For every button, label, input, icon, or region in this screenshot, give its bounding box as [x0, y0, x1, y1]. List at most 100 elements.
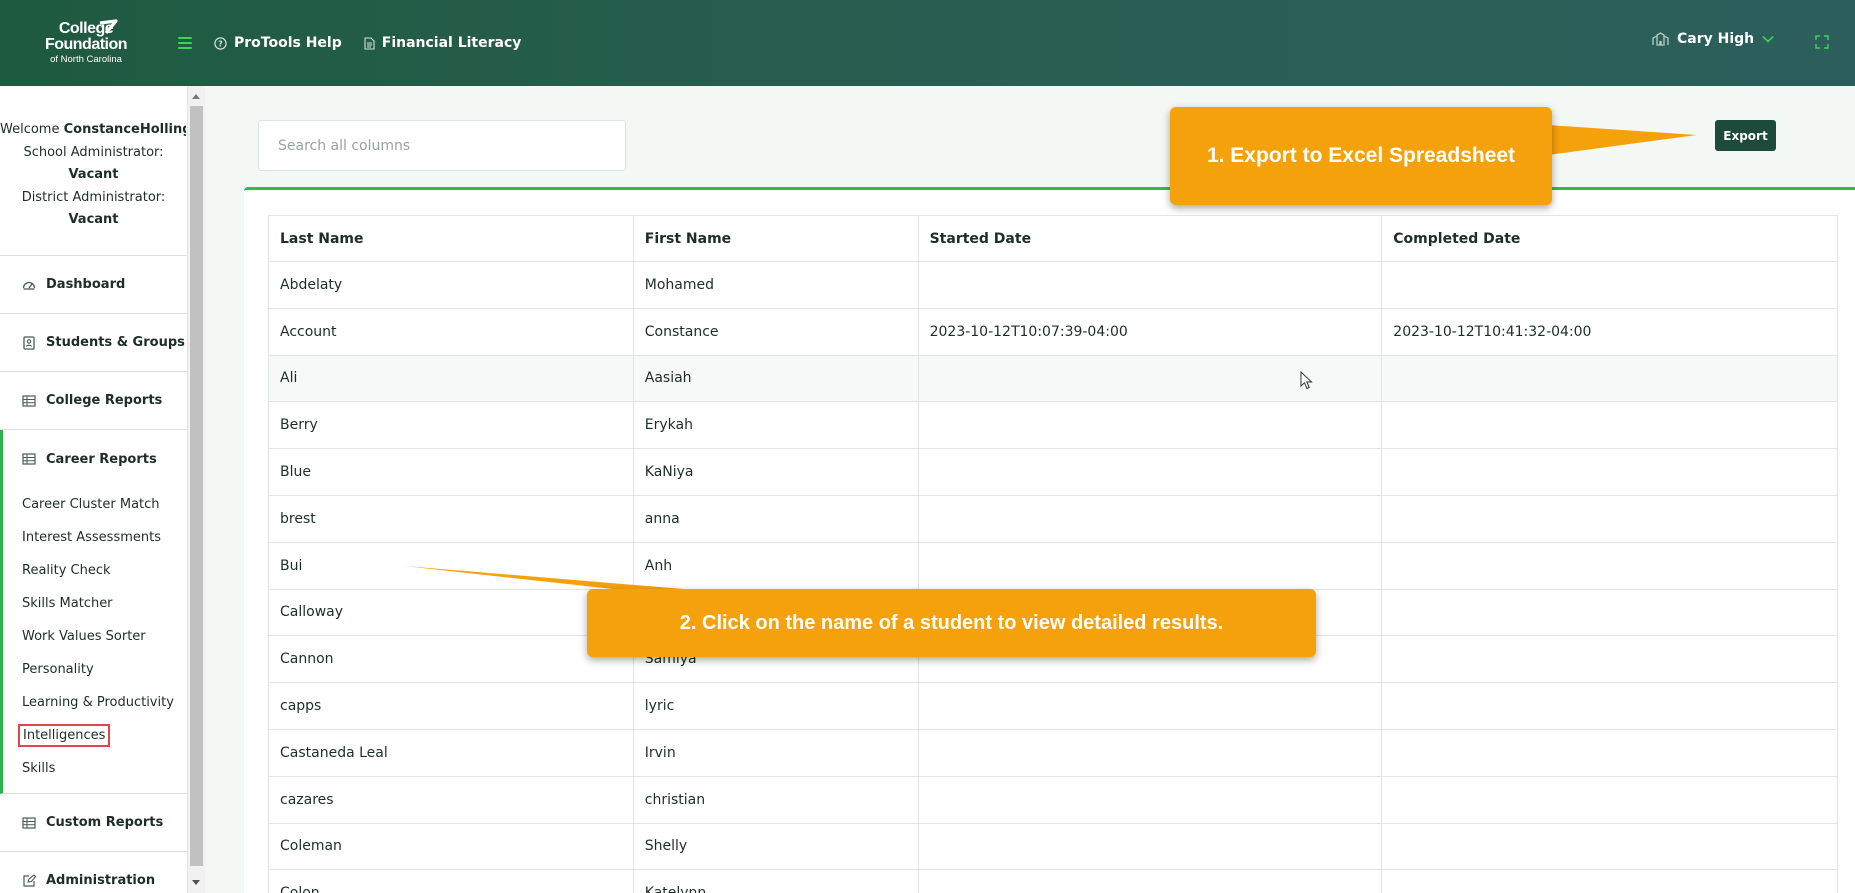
fullscreen-icon[interactable]: [1815, 35, 1829, 49]
completed-date-cell: [1381, 682, 1838, 730]
district-admin-label: District Administrator:: [21, 189, 166, 205]
last-name-cell[interactable]: Castaneda Leal: [268, 728, 634, 777]
sidebar-subitem-career-cluster-match[interactable]: Career Cluster Match: [3, 488, 187, 521]
last-name-cell[interactable]: Coleman: [268, 822, 634, 871]
last-name-cell[interactable]: Blue: [268, 448, 634, 496]
subitem-label: Reality Check: [22, 563, 111, 578]
chevron-down-icon: [1762, 35, 1774, 43]
completed-date-cell: [1381, 869, 1838, 893]
sidebar-subitem-skills[interactable]: Skills: [3, 752, 187, 785]
first-name-cell[interactable]: anna: [632, 494, 919, 543]
table-row[interactable]: Castaneda Leal Irvin: [268, 728, 1838, 777]
sidebar-subitem-work-values-sorter[interactable]: Work Values Sorter: [3, 620, 187, 653]
first-name-cell[interactable]: lyric: [632, 682, 919, 730]
table-row[interactable]: Berry Erykah: [268, 401, 1838, 450]
first-name-cell[interactable]: Erykah: [632, 401, 919, 450]
column-header-started-date[interactable]: Started Date: [917, 215, 1383, 262]
table-row[interactable]: ColonKatelynn: [268, 869, 1838, 893]
sidebar-subitem-learning-productivity[interactable]: Learning & Productivity: [3, 686, 187, 719]
completed-date-cell: [1381, 448, 1838, 496]
sidebar-item-students-groups[interactable]: Students & Groups: [0, 314, 187, 372]
last-name-cell[interactable]: Bui: [268, 541, 634, 590]
sidebar-subitem-skills-matcher[interactable]: Skills Matcher: [3, 587, 187, 620]
table-row[interactable]: Ali Aasiah: [268, 354, 1838, 403]
sidebar-item-custom-reports[interactable]: Custom Reports: [0, 794, 187, 852]
started-date-cell: [917, 541, 1383, 590]
sidebar-item-label: Custom Reports: [46, 815, 164, 830]
first-name-cell[interactable]: Aasiah: [632, 354, 919, 403]
first-name-cell[interactable]: Irvin: [632, 728, 919, 777]
menu-toggle-icon[interactable]: [178, 37, 192, 49]
table-row[interactable]: Coleman Shelly: [268, 822, 1838, 871]
logo-line2: Foundation: [44, 36, 128, 54]
search-input[interactable]: [258, 120, 626, 171]
table-row[interactable]: Blue KaNiya: [268, 448, 1838, 496]
last-name-cell[interactable]: brest: [268, 494, 634, 543]
school-admin-value: Vacant: [68, 167, 119, 182]
scroll-up-arrow-icon[interactable]: [192, 94, 200, 99]
dashboard-icon: [22, 278, 36, 292]
sidebar-item-label: Career Reports: [46, 451, 157, 467]
last-name-cell[interactable]: Abdelaty: [268, 261, 634, 309]
last-name-cell[interactable]: cazares: [268, 775, 634, 824]
last-name-cell[interactable]: Calloway: [268, 588, 634, 637]
completed-date-cell: [1381, 775, 1838, 824]
last-name-cell[interactable]: Berry: [268, 401, 634, 450]
protools-help-link[interactable]: ? ProTools Help: [214, 35, 342, 51]
started-date-cell: [917, 494, 1383, 543]
first-name-cell[interactable]: Katelynn: [632, 869, 919, 893]
last-name-cell[interactable]: Account: [268, 307, 634, 356]
sidebar-item-label: Administration: [46, 873, 156, 888]
last-name-cell[interactable]: Cannon: [268, 635, 634, 684]
table-row[interactable]: Bui Anh: [268, 541, 1838, 590]
scroll-down-arrow-icon[interactable]: [192, 880, 200, 885]
first-name-cell[interactable]: Constance: [632, 307, 919, 356]
column-header-first-name[interactable]: First Name: [632, 215, 919, 262]
table-icon: [22, 394, 36, 408]
table-row[interactable]: Account Constance 2023-10-12T10:07:39-04:0…: [268, 307, 1838, 356]
column-header-last-name[interactable]: Last Name: [268, 215, 634, 262]
table-row[interactable]: capps lyric: [268, 682, 1838, 730]
subitem-label: Interest Assessments: [22, 530, 161, 545]
completed-date-cell: [1381, 635, 1838, 684]
completed-date-cell: [1381, 354, 1838, 403]
table-icon: [22, 452, 36, 466]
first-name-cell[interactable]: christian: [632, 775, 919, 824]
export-button[interactable]: Export: [1715, 120, 1776, 151]
sidebar-subitem-reality-check[interactable]: Reality Check: [3, 554, 187, 587]
sidebar-item-administration[interactable]: Administration: [0, 852, 187, 893]
cfnc-logo[interactable]: College Foundation of North Carolina: [0, 0, 172, 86]
edit-icon: [22, 873, 36, 888]
completed-date-cell: [1381, 261, 1838, 309]
sidebar-item-career-reports[interactable]: Career Reports: [3, 430, 187, 488]
first-name-cell[interactable]: Mohamed: [632, 261, 919, 309]
last-name-cell[interactable]: capps: [268, 682, 634, 730]
sidebar-item-dashboard[interactable]: Dashboard: [0, 256, 187, 314]
last-name-cell[interactable]: Colon: [268, 869, 634, 893]
completed-date-cell: [1381, 588, 1838, 637]
table-row[interactable]: Abdelaty Mohamed: [268, 261, 1838, 309]
mouse-cursor-icon: [1300, 371, 1313, 390]
financial-literacy-link[interactable]: Financial Literacy: [364, 35, 521, 51]
started-date-cell: [917, 448, 1383, 496]
first-name-cell[interactable]: Shelly: [632, 822, 919, 871]
started-date-cell: [917, 775, 1383, 824]
sidebar-item-college-reports[interactable]: College Reports: [0, 372, 187, 430]
school-selector[interactable]: Cary High: [1652, 31, 1774, 47]
student-icon: [22, 335, 36, 350]
scrollbar-thumb[interactable]: [190, 106, 203, 866]
subitem-label: Work Values Sorter: [22, 629, 146, 644]
sidebar-scrollbar[interactable]: [188, 86, 205, 893]
first-name-cell[interactable]: KaNiya: [632, 448, 919, 496]
click-name-callout: 2. Click on the name of a student to vie…: [587, 589, 1316, 657]
last-name-cell[interactable]: Ali: [268, 354, 634, 403]
first-name-cell[interactable]: Anh: [632, 541, 919, 590]
sidebar-subitem-personality[interactable]: Personality: [3, 653, 187, 686]
welcome-line: Welcome ConstanceHollingsw: [0, 119, 186, 142]
completed-date-cell: [1381, 401, 1838, 450]
sidebar-subitem-intelligences[interactable]: Intelligences: [3, 719, 187, 752]
column-header-completed-date[interactable]: Completed Date: [1381, 215, 1838, 262]
table-row[interactable]: cazares christian: [268, 775, 1838, 824]
sidebar-subitem-interest-assessments[interactable]: Interest Assessments: [3, 521, 187, 554]
table-row[interactable]: brest anna: [268, 494, 1838, 543]
